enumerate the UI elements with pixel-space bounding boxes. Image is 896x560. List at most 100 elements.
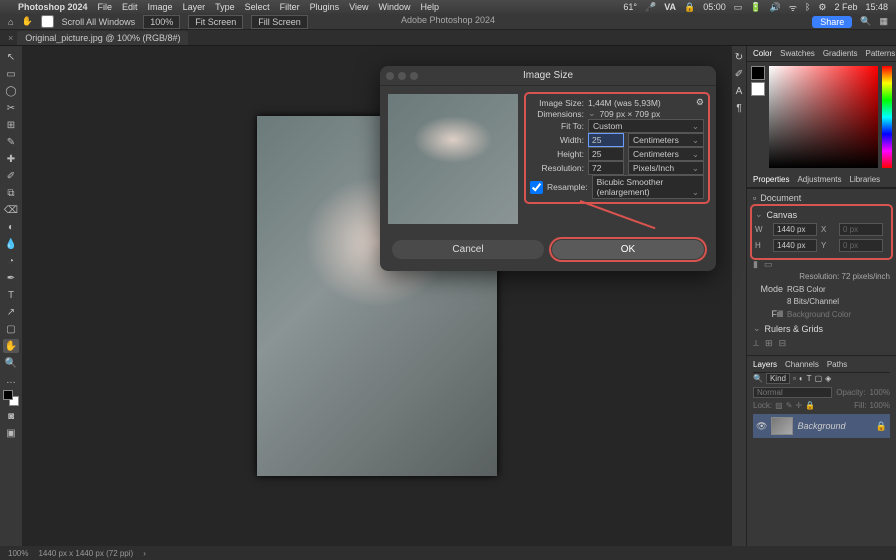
tool-path[interactable]: ↗ — [3, 305, 19, 319]
hue-slider[interactable] — [882, 66, 892, 168]
tab-patterns[interactable]: Patterns — [866, 49, 896, 58]
menu-help[interactable]: Help — [421, 2, 440, 12]
tool-lasso[interactable]: ◯ — [3, 84, 19, 98]
document-tab[interactable]: Original_picture.jpg @ 100% (RGB/8#) — [17, 31, 188, 45]
tab-gradients[interactable]: Gradients — [823, 49, 858, 58]
grid-icon[interactable]: ⊞ — [765, 338, 773, 349]
mode-select[interactable]: RGB Color — [787, 285, 890, 294]
search-icon[interactable]: 🔍 — [860, 16, 871, 27]
tool-frame[interactable]: ⊞ — [3, 118, 19, 132]
bluetooth-icon[interactable]: ᛒ — [805, 2, 810, 12]
layer-name[interactable]: Background — [797, 421, 845, 431]
screenmode-icon[interactable]: ▣ — [3, 426, 19, 440]
blend-select[interactable]: Normal — [753, 387, 832, 398]
mic-icon[interactable]: 🎤 — [645, 2, 656, 13]
tool-heal[interactable]: ✚ — [3, 152, 19, 166]
tab-layers[interactable]: Layers — [753, 360, 777, 369]
close-window-icon[interactable] — [386, 72, 394, 80]
filter-smart-icon[interactable]: ◈ — [825, 374, 831, 383]
menu-layer[interactable]: Layer — [183, 2, 206, 12]
lock-trans-icon[interactable]: ▨ — [775, 401, 783, 410]
menu-plugins[interactable]: Plugins — [310, 2, 340, 12]
tool-marquee[interactable]: ▭ — [3, 67, 19, 81]
zoom-window-icon[interactable] — [410, 72, 418, 80]
x-input[interactable] — [839, 223, 883, 236]
menu-file[interactable]: File — [98, 2, 113, 12]
display-icon[interactable]: ▭ — [734, 2, 743, 13]
resample-checkbox[interactable] — [530, 181, 543, 194]
fill-screen-button[interactable]: Fill Screen — [251, 15, 308, 29]
ok-button[interactable]: OK — [552, 240, 704, 259]
status-dims[interactable]: 1440 px x 1440 px (72 ppi) — [38, 549, 133, 558]
filter-shape-icon[interactable]: ▢ — [815, 374, 823, 383]
fg-bg-swatch[interactable] — [3, 390, 19, 406]
tab-libraries[interactable]: Libraries — [850, 175, 881, 184]
tool-dodge[interactable]: ◔ — [3, 254, 19, 268]
tool-crop[interactable]: ✂ — [3, 101, 19, 115]
opacity-value[interactable]: 100% — [870, 388, 890, 397]
cancel-button[interactable]: Cancel — [392, 240, 544, 259]
menu-select[interactable]: Select — [245, 2, 270, 12]
fg-swatch[interactable] — [751, 66, 765, 80]
workspace-icon[interactable]: ▦ — [879, 16, 888, 27]
preview-image[interactable] — [388, 94, 518, 224]
menu-edit[interactable]: Edit — [122, 2, 138, 12]
fit-screen-button[interactable]: Fit Screen — [188, 15, 243, 29]
orient-portrait-icon[interactable]: ▮ — [753, 259, 758, 270]
tool-pen[interactable]: ✒ — [3, 271, 19, 285]
dock-history-icon[interactable]: ↻ — [735, 52, 743, 63]
height-field[interactable] — [588, 147, 624, 161]
chevron-down-icon[interactable]: ⌄ — [588, 108, 596, 119]
control-center-icon[interactable]: ⚙ — [818, 2, 826, 13]
tab-close-icon[interactable]: × — [4, 33, 17, 43]
width-unit-select[interactable]: Centimeters — [628, 133, 704, 147]
canvas-section-title[interactable]: Canvas — [755, 209, 888, 220]
menu-type[interactable]: Type — [215, 2, 235, 12]
status-zoom[interactable]: 100% — [8, 549, 28, 558]
width-field[interactable] — [588, 133, 624, 147]
tab-channels[interactable]: Channels — [785, 360, 819, 369]
color-field[interactable] — [769, 66, 878, 168]
fill-select[interactable]: Background Color — [787, 310, 890, 319]
menu-filter[interactable]: Filter — [280, 2, 300, 12]
tab-paths[interactable]: Paths — [827, 360, 847, 369]
fit-to-select[interactable]: Custom — [588, 119, 704, 133]
quickmask-icon[interactable]: ◙ — [3, 409, 19, 423]
lock-pixel-icon[interactable]: ✎ — [786, 401, 793, 410]
bits-select[interactable]: 8 Bits/Channel — [787, 297, 890, 306]
minimize-window-icon[interactable] — [398, 72, 406, 80]
app-name[interactable]: Photoshop 2024 — [18, 2, 88, 12]
visibility-icon[interactable]: 👁 — [756, 421, 767, 432]
tool-brush[interactable]: ✐ — [3, 169, 19, 183]
tool-eraser[interactable]: ⌫ — [3, 203, 19, 217]
filter-type-icon[interactable]: T — [807, 374, 812, 383]
resolution-unit-select[interactable]: Pixels/Inch — [628, 161, 704, 175]
menu-view[interactable]: View — [349, 2, 368, 12]
tool-clone[interactable]: ⧉ — [3, 186, 19, 200]
tool-shape[interactable]: ▢ — [3, 322, 19, 336]
width-input[interactable] — [773, 223, 817, 236]
height-input[interactable] — [773, 239, 817, 252]
tool-gradient[interactable]: ◐ — [3, 220, 19, 234]
share-button[interactable]: Share — [812, 16, 852, 28]
rulers-section[interactable]: Rulers & Grids — [753, 323, 890, 334]
tool-move[interactable]: ↖ — [3, 50, 19, 64]
resample-select[interactable]: Bicubic Smoother (enlargement) — [592, 175, 704, 199]
height-unit-select[interactable]: Centimeters — [628, 147, 704, 161]
layer-background[interactable]: 👁 Background 🔒 — [753, 414, 890, 438]
wifi-icon[interactable]: ᯤ — [789, 1, 797, 14]
scroll-all-checkbox[interactable] — [41, 15, 54, 28]
filter-pixel-icon[interactable]: ▫ — [793, 374, 796, 383]
layer-thumbnail[interactable] — [771, 417, 793, 435]
y-input[interactable] — [839, 239, 883, 252]
color-picker[interactable] — [747, 62, 896, 172]
tool-hand[interactable]: ✋ — [3, 339, 19, 353]
orient-landscape-icon[interactable]: ▭ — [764, 259, 773, 270]
volume-icon[interactable]: 🔊 — [770, 2, 781, 13]
tool-zoom[interactable]: 🔍 — [3, 356, 19, 370]
tool-type[interactable]: T — [3, 288, 19, 302]
bg-swatch[interactable] — [751, 82, 765, 96]
kind-select[interactable]: Kind — [766, 373, 790, 384]
dock-char-icon[interactable]: A — [736, 86, 743, 97]
guide-icon[interactable]: ⊟ — [779, 338, 787, 349]
